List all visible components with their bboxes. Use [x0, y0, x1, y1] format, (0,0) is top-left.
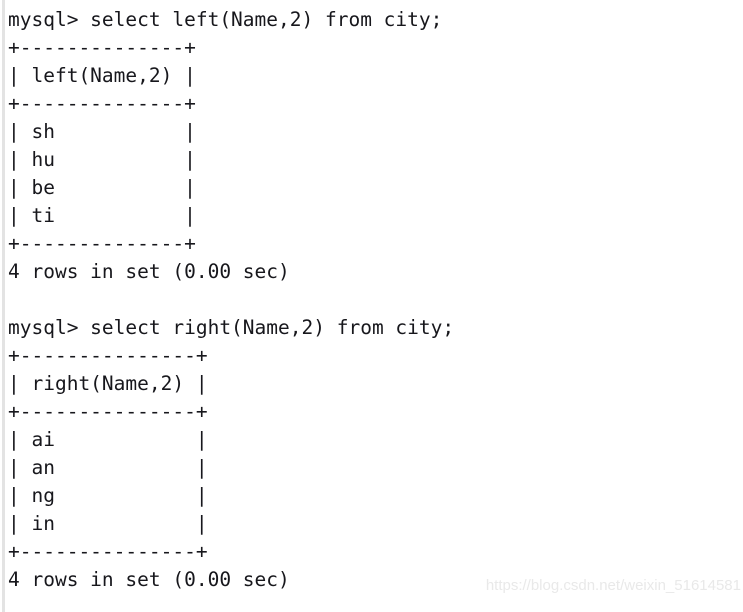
table-row: | ai |	[8, 428, 208, 451]
table-header-separator-right: +---------------+	[8, 400, 208, 423]
table-row: | an |	[8, 456, 208, 479]
command-line-left-query: mysql> select left(Name,2) from city;	[8, 8, 443, 31]
watermark-url: https://blog.csdn.net/weixin_51614581	[485, 577, 741, 594]
table-row: | ti |	[8, 204, 196, 227]
terminal-output-pane[interactable]: mysql> select left(Name,2) from city; +-…	[0, 0, 743, 612]
result-status-left: 4 rows in set (0.00 sec)	[8, 260, 290, 283]
table-row: | hu |	[8, 148, 196, 171]
table-row: | ng |	[8, 484, 208, 507]
table-top-border-right: +---------------+	[8, 344, 208, 367]
command-line-right-query: mysql> select right(Name,2) from city;	[8, 316, 455, 339]
table-row: | be |	[8, 176, 196, 199]
table-header-row-right: | right(Name,2) |	[8, 372, 208, 395]
table-header-row-left: | left(Name,2) |	[8, 64, 196, 87]
table-row: | in |	[8, 512, 208, 535]
table-row: | sh |	[8, 120, 196, 143]
table-bottom-border-left: +--------------+	[8, 232, 196, 255]
blank-separator-line	[8, 286, 743, 314]
table-header-separator-left: +--------------+	[8, 92, 196, 115]
table-bottom-border-right: +---------------+	[8, 540, 208, 563]
table-top-border-left: +--------------+	[8, 36, 196, 59]
